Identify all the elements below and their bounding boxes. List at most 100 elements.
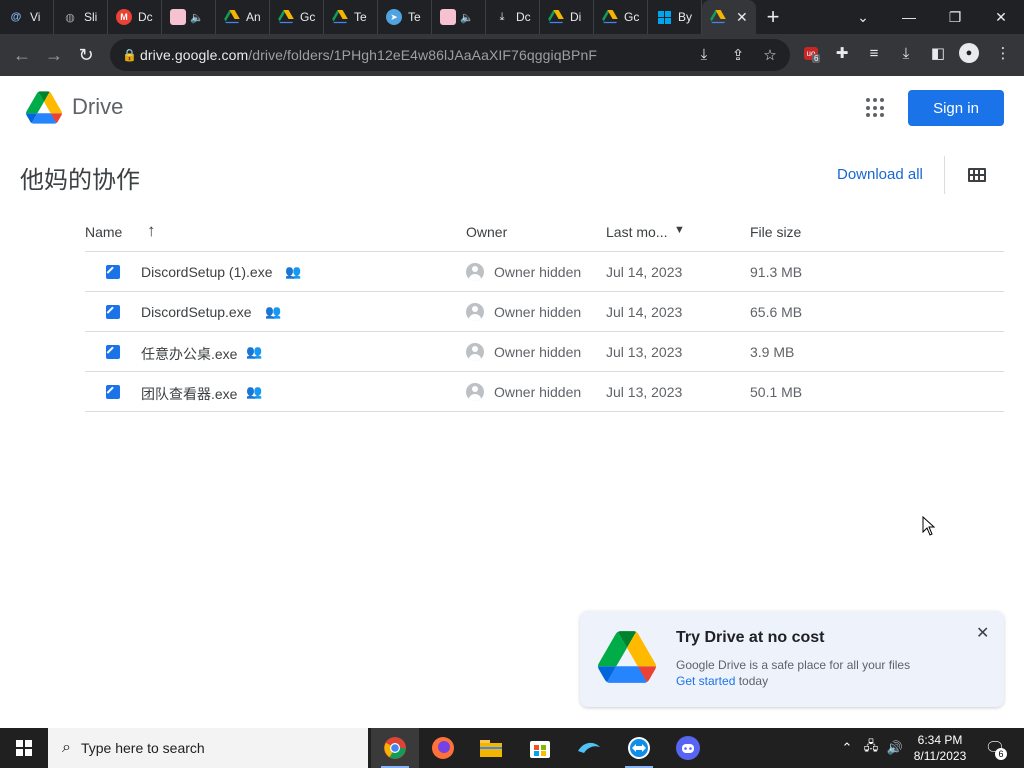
address-bar[interactable]: 🔒 drive.google.com/drive/folders/1PHgh12… — [110, 39, 790, 71]
file-name[interactable]: 团队查看器.exe — [141, 384, 237, 404]
windows-icon — [656, 9, 672, 25]
new-tab-button[interactable]: + — [756, 0, 790, 34]
install-app-icon[interactable]: ⤓ — [694, 46, 714, 64]
get-started-link[interactable]: Get started — [676, 674, 735, 688]
modified-date: Jul 14, 2023 — [606, 304, 683, 320]
file-explorer-taskbar-icon[interactable] — [467, 728, 515, 768]
close-icon[interactable]: ✕ — [976, 623, 989, 643]
modified-date: Jul 14, 2023 — [606, 264, 683, 280]
browser-tab[interactable]: @ Vi — [0, 0, 54, 34]
shared-people-icon: 👥 — [265, 304, 282, 319]
download-all-button[interactable]: Download all — [837, 166, 923, 183]
forward-button[interactable]: → — [38, 39, 70, 71]
browser-tab[interactable]: M Dc — [108, 0, 162, 34]
table-row[interactable]: DiscordSetup (1).exe 👥 Owner hidden Jul … — [85, 252, 1004, 292]
modified-date: Jul 13, 2023 — [606, 384, 683, 400]
promo-body: Google Drive is a safe place for all you… — [676, 658, 911, 672]
owner-avatar — [466, 303, 484, 321]
try-drive-promo-card: Try Drive at no cost Google Drive is a s… — [580, 611, 1004, 707]
grid-view-icon[interactable] — [968, 168, 986, 182]
extensions-puzzle-icon[interactable]: ✚ — [831, 42, 853, 64]
dolphin-app-taskbar-icon[interactable] — [565, 728, 613, 768]
column-header-name[interactable]: Name — [85, 224, 122, 240]
column-header-modified[interactable]: Last mo... — [606, 224, 667, 240]
browser-tab[interactable]: Di — [540, 0, 594, 34]
browser-tab[interactable]: ⤓ Dc — [486, 0, 540, 34]
close-tab-icon[interactable]: ✕ — [736, 9, 748, 26]
minimize-button[interactable]: — — [886, 0, 932, 34]
drive-header: Drive Sign in — [0, 76, 1024, 140]
folder-title: 他妈的协作 — [20, 167, 140, 194]
browser-tab[interactable]: ➤ Te — [378, 0, 432, 34]
show-hidden-icons-icon[interactable]: ⌃ — [838, 728, 856, 768]
tab-search-icon[interactable]: ⌄ — [840, 0, 886, 34]
telegram-icon: ➤ — [386, 9, 402, 25]
reload-button[interactable]: ↻ — [70, 39, 102, 71]
ublock-extension-icon[interactable]: uo 6 — [800, 42, 822, 64]
share-icon[interactable]: ⇪ — [728, 46, 748, 64]
google-apps-icon[interactable] — [866, 98, 886, 118]
file-size: 65.6 MB — [750, 304, 803, 320]
shared-people-icon: 👥 — [246, 344, 263, 359]
browser-tab[interactable]: Gc — [270, 0, 324, 34]
browser-tab[interactable]: Te — [324, 0, 378, 34]
browser-tab[interactable]: ◍ Sli — [54, 0, 108, 34]
owner-name: Owner hidden — [494, 264, 582, 280]
shared-people-icon: 👥 — [285, 264, 302, 279]
profile-avatar-icon[interactable]: ● — [958, 42, 980, 64]
close-window-button[interactable]: ✕ — [978, 0, 1024, 34]
bookmark-star-icon[interactable]: ☆ — [760, 46, 780, 64]
firefox-taskbar-icon[interactable] — [419, 728, 467, 768]
chrome-taskbar-icon[interactable] — [371, 728, 419, 768]
shared-people-icon: 👥 — [246, 384, 263, 399]
table-row[interactable]: 团队查看器.exe 👥 Owner hidden Jul 13, 2023 50… — [85, 372, 1004, 412]
browser-menu-icon[interactable]: ⋮ — [992, 42, 1014, 64]
start-button[interactable] — [0, 728, 48, 768]
teamviewer-taskbar-icon[interactable] — [615, 728, 663, 768]
drive-icon — [278, 9, 294, 25]
table-row[interactable]: DiscordSetup.exe 👥 Owner hidden Jul 14, … — [85, 292, 1004, 332]
divider — [944, 156, 945, 194]
media-queue-icon[interactable]: ≡ — [863, 42, 885, 64]
back-button[interactable]: ← — [6, 39, 38, 71]
owner-avatar — [466, 383, 484, 401]
modified-date: Jul 13, 2023 — [606, 344, 683, 360]
owner-name: Owner hidden — [494, 344, 582, 360]
file-name[interactable]: DiscordSetup (1).exe — [141, 264, 273, 280]
drive-icon — [224, 9, 240, 25]
browser-tab[interactable]: 🔈 — [432, 0, 486, 34]
drive-logo-icon — [598, 631, 656, 688]
discord-taskbar-icon[interactable] — [664, 728, 712, 768]
taskbar-search-box[interactable]: ⌕ Type here to search — [48, 728, 368, 768]
restore-button[interactable]: ❐ — [932, 0, 978, 34]
system-clock[interactable]: 6:34 PM 8/11/2023 — [910, 732, 970, 764]
sort-dropdown-icon[interactable]: ▼ — [674, 224, 685, 236]
browser-tab[interactable]: 🔈 — [162, 0, 216, 34]
exe-file-icon — [106, 345, 120, 359]
url-text: drive.google.com/drive/folders/1PHgh12eE… — [140, 47, 598, 63]
network-icon[interactable]: 🖧 — [860, 728, 882, 768]
store-taskbar-icon[interactable] — [516, 728, 564, 768]
promo-cta-line: Get started today — [676, 674, 769, 688]
anime-avatar-icon — [440, 9, 456, 25]
volume-icon[interactable]: 🔊 — [884, 728, 906, 768]
table-row[interactable]: 任意办公桌.exe 👥 Owner hidden Jul 13, 2023 3.… — [85, 332, 1004, 372]
browser-tab[interactable]: Gc — [594, 0, 648, 34]
speaker-icon: 🔈 — [190, 11, 204, 24]
promo-title: Try Drive at no cost — [676, 629, 825, 646]
sort-ascending-icon[interactable]: ↑ — [147, 221, 156, 241]
file-size: 3.9 MB — [750, 344, 795, 360]
file-name[interactable]: 任意办公桌.exe — [141, 344, 237, 364]
sign-in-button[interactable]: Sign in — [908, 90, 1004, 126]
active-browser-tab[interactable]: ✕ — [702, 0, 756, 34]
globe-icon: ◍ — [65, 11, 75, 24]
notifications-icon[interactable]: 🗨 6 — [980, 728, 1010, 768]
drive-logo-icon[interactable] — [26, 91, 62, 129]
browser-tab[interactable]: By — [648, 0, 702, 34]
side-panel-icon[interactable]: ◧ — [927, 42, 949, 64]
file-name[interactable]: DiscordSetup.exe — [141, 304, 252, 320]
owner-name: Owner hidden — [494, 304, 582, 320]
downloads-icon[interactable]: ⤓ — [895, 42, 917, 64]
browser-tab[interactable]: An — [216, 0, 270, 34]
file-table-header: Name ↑ Owner Last mo... ▼ File size — [85, 212, 1004, 252]
